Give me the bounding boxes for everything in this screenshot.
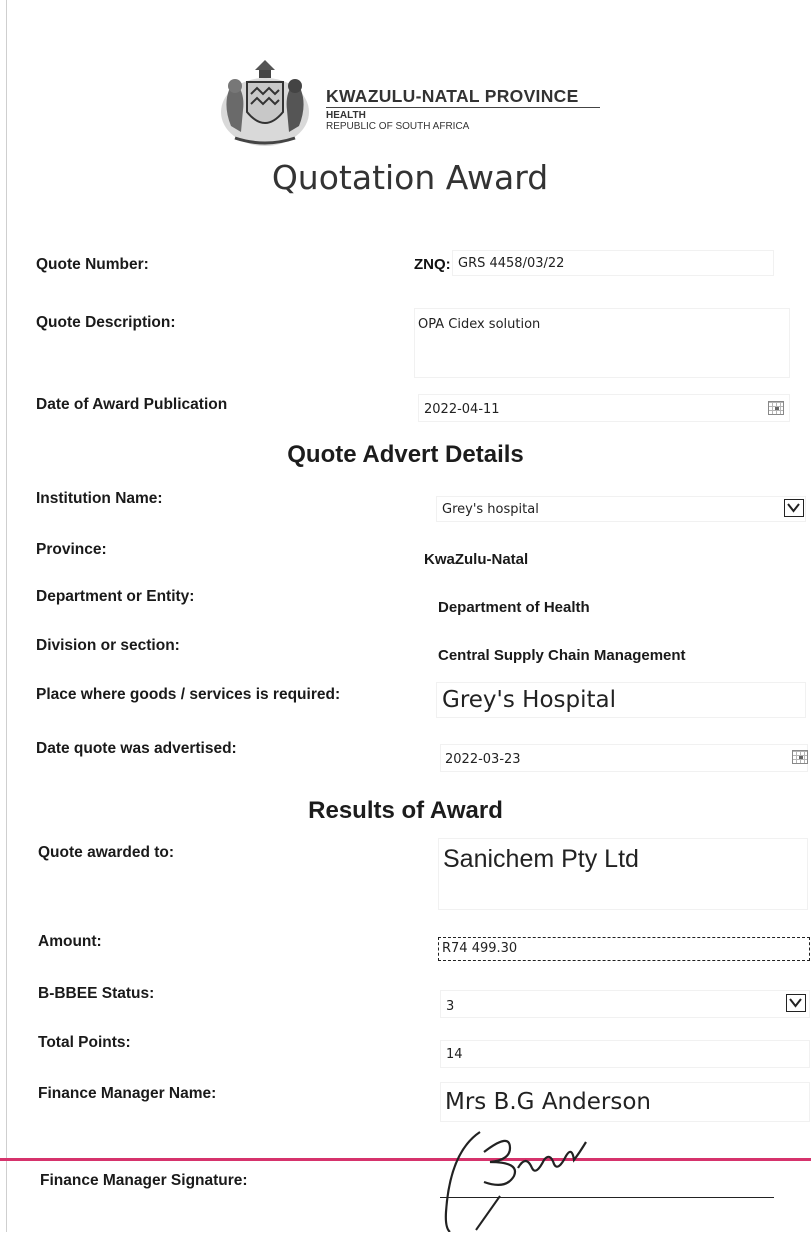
total-points-field[interactable]: 14 <box>440 1040 810 1068</box>
institution-value: Grey's hospital <box>442 502 539 517</box>
province-name: KWAZULU-NATAL PROVINCE <box>326 86 579 106</box>
quote-number-label: Quote Number: <box>36 256 149 273</box>
quote-number-value: GRS 4458/03/22 <box>458 256 565 271</box>
department-label: Department or Entity: <box>36 588 195 605</box>
finance-manager-signature <box>440 1112 690 1233</box>
place-field[interactable]: Grey's Hospital <box>436 682 806 718</box>
institution-select[interactable]: Grey's hospital <box>436 496 806 522</box>
advertised-date-field[interactable]: 2022-03-23 <box>440 744 808 772</box>
department-name: HEALTH <box>326 110 366 121</box>
award-date-label: Date of Award Publication <box>36 396 228 413</box>
quote-description-value: OPA Cidex solution <box>418 317 541 332</box>
division-label: Division or section: <box>36 637 180 654</box>
total-points-label: Total Points: <box>38 1034 131 1051</box>
department-value: Department of Health <box>438 599 590 616</box>
place-value: Grey's Hospital <box>442 687 616 713</box>
province-value: KwaZulu-Natal <box>424 551 529 568</box>
awarded-to-field[interactable]: Sanichem Pty Ltd <box>438 838 808 910</box>
award-date-field[interactable]: 2022-04-11 <box>418 394 790 422</box>
quote-description-label: Quote Description: <box>36 314 176 331</box>
quote-description-field[interactable]: OPA Cidex solution <box>414 308 790 378</box>
division-value: Central Supply Chain Management <box>438 647 686 664</box>
header-divider <box>326 107 600 108</box>
institution-label: Institution Name: <box>36 490 163 507</box>
advertised-date-value: 2022-03-23 <box>445 752 521 767</box>
amount-field[interactable]: R74 499.30 <box>438 937 810 961</box>
country-name: REPUBLIC OF SOUTH AFRICA <box>326 121 470 132</box>
chevron-down-icon[interactable] <box>784 499 804 517</box>
page-title: Quotation Award <box>271 158 549 197</box>
awarded-to-label: Quote awarded to: <box>38 844 175 861</box>
calendar-icon[interactable] <box>792 750 808 764</box>
bbbee-value: 3 <box>446 999 455 1014</box>
province-label: Province: <box>36 541 107 558</box>
results-section-heading: Results of Award <box>308 797 503 824</box>
bbbee-select[interactable]: 3 <box>440 990 810 1018</box>
advertised-date-label: Date quote was advertised: <box>36 740 237 757</box>
total-points-value: 14 <box>446 1047 463 1062</box>
advert-section-heading: Quote Advert Details <box>287 441 524 468</box>
calendar-icon[interactable] <box>768 401 784 415</box>
signature-line <box>440 1197 774 1198</box>
amount-value: R74 499.30 <box>442 941 518 956</box>
quote-number-prefix: ZNQ: <box>414 256 451 273</box>
chevron-down-icon[interactable] <box>786 994 806 1012</box>
bbbee-label: B-BBEE Status: <box>38 985 155 1002</box>
place-label: Place where goods / services is required… <box>36 686 341 703</box>
finance-manager-signature-label: Finance Manager Signature: <box>40 1172 248 1189</box>
awarded-to-value: Sanichem Pty Ltd <box>443 845 639 873</box>
award-date-value: 2022-04-11 <box>424 402 500 417</box>
amount-label: Amount: <box>38 933 102 950</box>
kzn-coat-of-arms-logo <box>215 50 315 150</box>
finance-manager-name-label: Finance Manager Name: <box>38 1085 217 1102</box>
quote-number-field[interactable]: GRS 4458/03/22 <box>452 250 774 276</box>
